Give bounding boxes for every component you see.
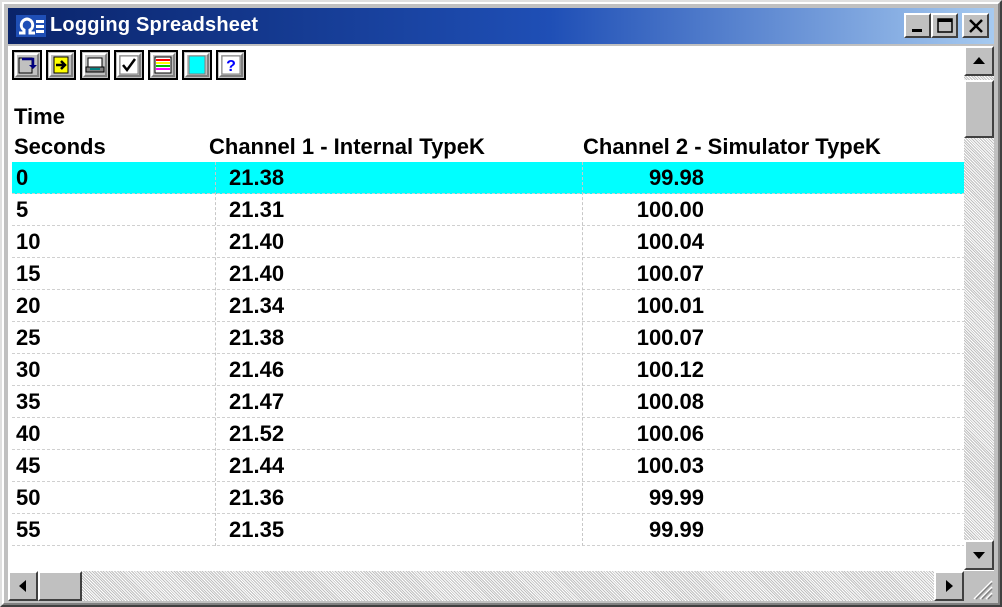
resize-grip-icon[interactable]	[964, 571, 994, 601]
colors-icon	[154, 56, 172, 74]
scroll-right-button[interactable]	[934, 571, 964, 601]
maximize-button[interactable]	[931, 13, 958, 38]
import-button[interactable]	[46, 50, 76, 80]
table-row[interactable]: 5 21.31 100.00	[12, 194, 970, 226]
channel2-cell[interactable]: 100.00	[592, 197, 704, 223]
export-icon	[18, 57, 37, 74]
time-cell[interactable]: 30	[16, 357, 40, 383]
check-icon	[119, 55, 139, 75]
help-icon: ?	[221, 55, 241, 75]
print-icon	[85, 57, 105, 73]
scroll-down-button[interactable]	[964, 540, 994, 570]
table-row[interactable]: 20 21.34 100.01	[12, 290, 970, 322]
close-button[interactable]	[962, 13, 989, 38]
scroll-left-button[interactable]	[8, 571, 38, 601]
colors-button[interactable]	[148, 50, 178, 80]
channel1-cell[interactable]: 21.35	[229, 517, 284, 543]
channel2-cell[interactable]: 99.99	[592, 485, 704, 511]
time-cell[interactable]: 40	[16, 421, 40, 447]
channel1-cell[interactable]: 21.40	[229, 261, 284, 287]
highlight-button[interactable]	[182, 50, 212, 80]
minimize-button[interactable]	[904, 13, 931, 38]
arrow-left-icon	[19, 580, 26, 592]
channel2-cell[interactable]: 100.08	[592, 389, 704, 415]
table-row[interactable]: 30 21.46 100.12	[12, 354, 970, 386]
table-row[interactable]: 10 21.40 100.04	[12, 226, 970, 258]
logging-spreadsheet-window: Logging Spreadsheet ? Time Seconds Chann…	[0, 0, 1002, 607]
time-cell[interactable]: 5	[16, 197, 28, 223]
channel1-cell[interactable]: 21.47	[229, 389, 284, 415]
time-cell[interactable]: 25	[16, 325, 40, 351]
maximize-icon	[937, 18, 953, 33]
arrow-right-icon	[946, 580, 953, 592]
horizontal-scroll-thumb[interactable]	[38, 571, 82, 601]
channel2-cell[interactable]: 99.99	[592, 517, 704, 543]
column-divider	[215, 162, 216, 546]
time-cell[interactable]: 55	[16, 517, 40, 543]
horizontal-scrollbar[interactable]	[8, 571, 964, 601]
table-row[interactable]: 35 21.47 100.08	[12, 386, 970, 418]
scroll-up-button[interactable]	[964, 46, 994, 76]
close-icon	[969, 19, 983, 33]
channel2-cell[interactable]: 100.06	[592, 421, 704, 447]
table-row[interactable]: 50 21.36 99.99	[12, 482, 970, 514]
time-cell[interactable]: 35	[16, 389, 40, 415]
table-row[interactable]: 45 21.44 100.03	[12, 450, 970, 482]
channel1-cell[interactable]: 21.31	[229, 197, 284, 223]
channel2-cell[interactable]: 100.07	[592, 325, 704, 351]
import-icon	[53, 56, 69, 74]
omega-logo-icon[interactable]	[16, 15, 46, 37]
channel2-cell[interactable]: 100.12	[592, 357, 704, 383]
time-cell[interactable]: 0	[16, 165, 28, 191]
spreadsheet-client-area: ? Time Seconds Channel 1 - Internal Type…	[8, 46, 994, 601]
vertical-scroll-thumb[interactable]	[964, 80, 994, 138]
channel2-cell[interactable]: 100.04	[592, 229, 704, 255]
data-grid: 0 21.38 99.98 5 21.31 100.00 10 21.40 10…	[12, 162, 970, 546]
channel1-cell[interactable]: 21.52	[229, 421, 284, 447]
channel2-cell[interactable]: 100.03	[592, 453, 704, 479]
table-row[interactable]: 25 21.38 100.07	[12, 322, 970, 354]
arrow-down-icon	[973, 552, 985, 559]
header-time-label: Time	[14, 104, 65, 129]
column-divider	[582, 162, 583, 546]
header-channel1-label: Channel 1 - Internal TypeK	[209, 134, 485, 159]
table-row[interactable]: 40 21.52 100.06	[12, 418, 970, 450]
svg-text:?: ?	[226, 58, 236, 75]
export-button[interactable]	[12, 50, 42, 80]
print-button[interactable]	[80, 50, 110, 80]
cyan-highlight-icon	[188, 55, 206, 75]
header-channel2-label: Channel 2 - Simulator TypeK	[583, 134, 881, 159]
time-cell[interactable]: 20	[16, 293, 40, 319]
title-bar[interactable]: Logging Spreadsheet	[8, 8, 994, 44]
time-cell[interactable]: 15	[16, 261, 40, 287]
check-button[interactable]	[114, 50, 144, 80]
header-seconds-label: Seconds	[14, 134, 106, 159]
channel1-cell[interactable]: 21.34	[229, 293, 284, 319]
channel1-cell[interactable]: 21.36	[229, 485, 284, 511]
window-title: Logging Spreadsheet	[50, 14, 259, 36]
channel1-cell[interactable]: 21.40	[229, 229, 284, 255]
help-button[interactable]: ?	[216, 50, 246, 80]
arrow-up-icon	[973, 57, 985, 64]
channel2-cell[interactable]: 100.07	[592, 261, 704, 287]
time-cell[interactable]: 50	[16, 485, 40, 511]
channel2-cell[interactable]: 100.01	[592, 293, 704, 319]
channel1-cell[interactable]: 21.46	[229, 357, 284, 383]
table-row[interactable]: 55 21.35 99.99	[12, 514, 970, 546]
table-row[interactable]: 0 21.38 99.98	[12, 162, 970, 194]
time-cell[interactable]: 10	[16, 229, 40, 255]
channel1-cell[interactable]: 21.38	[229, 165, 284, 191]
vertical-scrollbar[interactable]	[964, 46, 994, 570]
channel1-cell[interactable]: 21.44	[229, 453, 284, 479]
table-row[interactable]: 15 21.40 100.07	[12, 258, 970, 290]
time-cell[interactable]: 45	[16, 453, 40, 479]
channel2-cell[interactable]: 99.98	[592, 165, 704, 191]
channel1-cell[interactable]: 21.38	[229, 325, 284, 351]
minimize-icon	[912, 29, 922, 32]
